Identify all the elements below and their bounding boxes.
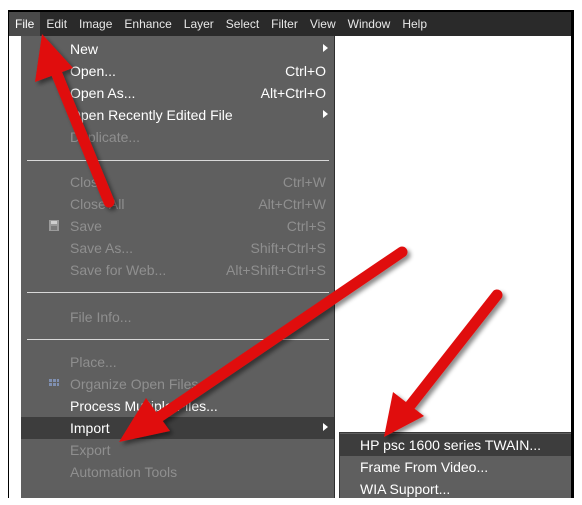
annotation-arrow-hp-twain — [384, 289, 503, 437]
annotation-arrow-import — [119, 246, 408, 442]
screenshot-frame: File Edit Image Enhance Layer Select Fil… — [8, 10, 574, 498]
annotation-arrow-file — [35, 34, 115, 208]
annotation-arrows — [35, 34, 503, 442]
